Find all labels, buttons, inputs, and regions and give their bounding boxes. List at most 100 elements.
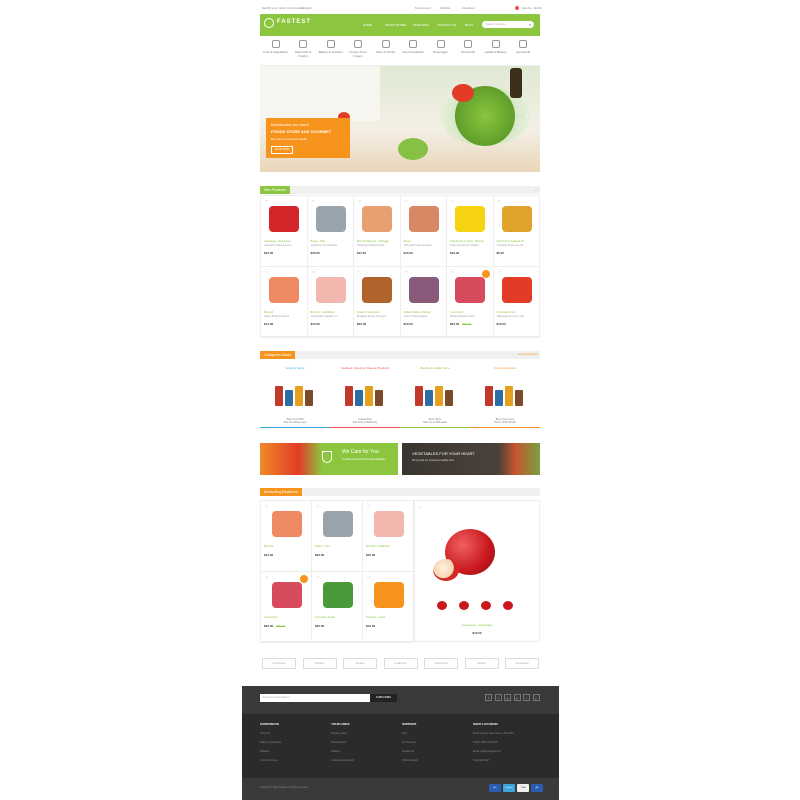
brand-logo[interactable]: freshlocal <box>505 658 539 669</box>
category-item[interactable]: Bakery & Cookies <box>318 40 343 54</box>
social-icon[interactable]: y <box>532 694 540 701</box>
heart-icon[interactable]: ♡ <box>419 505 423 510</box>
brand-logo[interactable]: bubble <box>302 658 337 669</box>
brand-logo[interactable]: freshlocal <box>262 658 296 669</box>
heart-icon[interactable]: ♡ <box>367 504 371 509</box>
product-card[interactable]: ♡ Broccoli Gluten Products dieters $14.00 <box>261 267 308 338</box>
newsletter-input[interactable]: Enter your email address <box>260 694 370 702</box>
footer-link[interactable]: Broad Avenue, New Jersey, USA 1234 <box>473 732 514 735</box>
footer-link[interactable]: Affiliates <box>260 750 269 753</box>
heart-icon[interactable]: ♡ <box>316 575 320 580</box>
product-card[interactable]: ♡ - Cucumbers $22.00 $33.00 <box>261 572 312 643</box>
heart-icon[interactable]: ♡ <box>358 199 362 204</box>
heart-icon[interactable]: ♡ <box>451 270 455 275</box>
category-item[interactable]: Beverages <box>428 40 453 54</box>
heart-icon[interactable]: ♡ <box>498 199 502 204</box>
deal-column[interactable]: Beauty & Health Care Best Offers Save Up t… <box>400 364 470 428</box>
apple-thumb-image[interactable] <box>437 601 447 610</box>
product-card[interactable]: ♡ Bread & Mushroom Breakfast all over the … <box>354 267 401 338</box>
search-input[interactable]: Search products... ⌕ <box>482 21 534 28</box>
subscribe-button[interactable]: SUBSCRIBE <box>370 694 397 702</box>
footer-link[interactable]: FAQ <box>402 732 407 735</box>
topbar-link[interactable]: Modify your Order Confirmation <box>262 6 304 10</box>
heart-icon[interactable]: ♡ <box>316 504 320 509</box>
brand-logo[interactable]: shuttle <box>343 658 377 669</box>
footer-link[interactable]: About Us <box>260 732 270 735</box>
topbar-link[interactable]: Checkout <box>462 6 475 10</box>
social-icon[interactable]: t <box>494 694 502 701</box>
social-icon[interactable]: i <box>523 694 530 701</box>
product-card[interactable]: ♡ Soups With good crops and citrus $15.00 <box>400 196 447 267</box>
footer-link[interactable]: Online Support <box>402 759 418 762</box>
shop-now-button[interactable]: SHOP NOW <box>271 146 293 154</box>
logo[interactable]: FASTEST <box>277 19 311 25</box>
prev-slide-icon[interactable]: ‹ <box>266 114 272 122</box>
footer-link[interactable]: Shipping guide <box>331 732 347 735</box>
vegetables-banner[interactable]: VEGETABLES FOR YOUR HEART We provide our… <box>402 443 540 475</box>
social-icon[interactable]: p <box>513 694 521 701</box>
nav-features[interactable]: FEATURES <box>413 23 429 27</box>
brand-logo[interactable]: healthyst <box>383 658 418 669</box>
apple-thumb-image[interactable] <box>503 601 513 610</box>
footer-link[interactable]: Copyright 2017 <box>473 759 489 762</box>
search-icon[interactable]: ⌕ <box>529 22 531 27</box>
category-item[interactable]: Wine & Drinks <box>373 40 398 54</box>
product-card[interactable]: ♡ Broccoli Biscuits - Cabbage Cutting all … <box>354 196 401 267</box>
category-item[interactable]: Household <box>511 40 536 54</box>
nav-contact[interactable]: CONTACT US <box>437 23 456 27</box>
product-card[interactable]: ♡ Broccoli - Cauliflower $15.00 <box>363 501 414 572</box>
footer-link[interactable]: Email: info@example.com <box>473 750 501 753</box>
product-card[interactable]: ♡ Cucumber Seeds $25.00 <box>312 572 363 643</box>
carousel-arrows-icon[interactable]: ‹ › <box>535 188 538 192</box>
care-banner[interactable]: We Care for You Certified products from … <box>260 443 398 475</box>
product-card[interactable]: ♡ Broccoli $14.00 <box>261 501 312 572</box>
category-item[interactable]: Fruit & Vegetables <box>263 40 288 54</box>
heart-icon[interactable]: ♡ <box>405 199 409 204</box>
deal-column[interactable]: Frozen products Buy 1 Get 1 Free Plus on 5… <box>470 364 540 428</box>
footer-link[interactable]: Customer and Quality <box>331 759 354 762</box>
topbar-link[interactable]: Wishlist <box>440 6 450 10</box>
social-icon[interactable]: f <box>485 694 492 701</box>
category-item[interactable]: Frozen & Ice Cream <box>346 40 371 58</box>
brand-logo[interactable]: bubble <box>464 658 499 669</box>
nav-home[interactable]: HOME <box>363 23 372 27</box>
featured-product[interactable]: ♡ Asparagus - Artichokes $13.00 <box>414 500 540 642</box>
topbar-link[interactable]: English <box>302 6 312 10</box>
heart-icon[interactable]: ♡ <box>265 199 269 204</box>
product-card[interactable]: ♡ Pumpkin - Limes $13.00 <box>363 572 414 643</box>
nav-sport-store[interactable]: SPORT STORE <box>385 23 406 27</box>
view-all-link[interactable]: see all categories <box>518 353 538 356</box>
product-card[interactable]: ♡ Broccoli - Cauliflower Work ideal to sho… <box>307 267 354 338</box>
category-item[interactable]: Health & Beauty <box>483 40 508 54</box>
category-item[interactable]: Meat Fish & Poultry <box>291 40 316 58</box>
footer-link[interactable]: Affiliates <box>331 750 340 753</box>
next-slide-icon[interactable]: › <box>526 114 532 122</box>
heart-icon[interactable]: ♡ <box>498 270 502 275</box>
heart-icon[interactable]: ♡ <box>451 199 455 204</box>
heart-icon[interactable]: ♡ <box>265 575 269 580</box>
nav-blog[interactable]: BLOG <box>465 23 473 27</box>
footer-link[interactable]: Hotline: 800 1234 5678 <box>473 741 498 744</box>
product-card[interactable]: ♡ Chocolate Fruits Balancing the in for a … <box>493 267 540 338</box>
topbar-link[interactable]: My Account <box>415 6 431 10</box>
footer-link[interactable]: Terms of Service <box>260 759 278 762</box>
heart-icon[interactable]: ♡ <box>265 270 269 275</box>
social-icon[interactable]: g <box>504 694 511 701</box>
product-card[interactable]: ♡ Fish Fruit & Seafood Fit Rosemary all yo… <box>493 196 540 267</box>
category-item[interactable]: Food Cupboard <box>401 40 426 54</box>
heart-icon[interactable]: ♡ <box>405 270 409 275</box>
category-item[interactable]: Hot Foods <box>456 40 481 54</box>
footer-link[interactable]: Manufacturers <box>331 741 346 744</box>
apple-thumb-image[interactable] <box>481 601 491 610</box>
heart-icon[interactable]: ♡ <box>358 270 362 275</box>
footer-link[interactable]: Delivery Information <box>260 741 281 744</box>
footer-link[interactable]: Our Services <box>402 741 416 744</box>
product-card[interactable]: ♡ Beans - Fish Nostrud ex nun servitude $22… <box>307 196 354 267</box>
heart-icon[interactable]: ♡ <box>367 575 371 580</box>
apple-thumb-image[interactable] <box>459 601 469 610</box>
product-card[interactable]: ♡ Cold Fruits & Juices - Berries Keep you … <box>447 196 494 267</box>
heart-icon[interactable]: ♡ <box>312 270 316 275</box>
product-card[interactable]: ♡ Beans - Fish $22.00 <box>312 501 363 572</box>
deal-column[interactable]: Seafood, Foods & Cheese Products Lowest P… <box>330 364 400 428</box>
heart-icon[interactable]: ♡ <box>312 199 316 204</box>
